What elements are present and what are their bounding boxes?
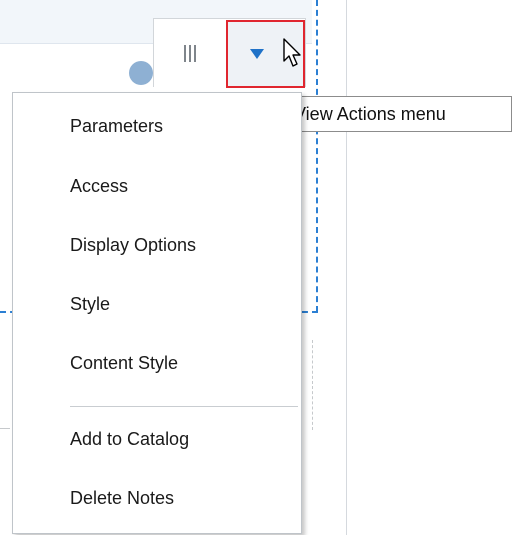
row-divider	[0, 428, 10, 429]
menu-item-parameters[interactable]: Parameters	[70, 116, 163, 137]
info-icon[interactable]	[129, 61, 153, 85]
mouse-pointer-icon	[283, 38, 301, 67]
drop-zone-outline	[312, 340, 313, 430]
tooltip: View Actions menu	[285, 96, 512, 132]
menu-item-access[interactable]: Access	[70, 176, 128, 197]
view-toolbar	[153, 18, 306, 88]
menu-item-content-style[interactable]: Content Style	[70, 353, 178, 374]
vertical-grip-icon	[183, 45, 196, 62]
view-actions-menu: Parameters Access Display Options Style …	[12, 92, 302, 534]
selection-outline-right	[316, 0, 318, 312]
menu-item-display-options[interactable]: Display Options	[70, 235, 196, 256]
menu-item-style[interactable]: Style	[70, 294, 110, 315]
dropdown-triangle-icon	[249, 49, 264, 59]
drag-handle-button[interactable]	[154, 19, 225, 88]
view-actions-button[interactable]	[226, 20, 305, 88]
panel-divider	[346, 0, 347, 535]
menu-separator	[70, 406, 298, 407]
menu-item-add-to-catalog[interactable]: Add to Catalog	[70, 429, 189, 450]
menu-item-delete-notes[interactable]: Delete Notes	[70, 488, 174, 509]
tooltip-text: View Actions menu	[294, 104, 446, 124]
canvas: View Actions menu Parameters Access Disp…	[0, 0, 512, 535]
